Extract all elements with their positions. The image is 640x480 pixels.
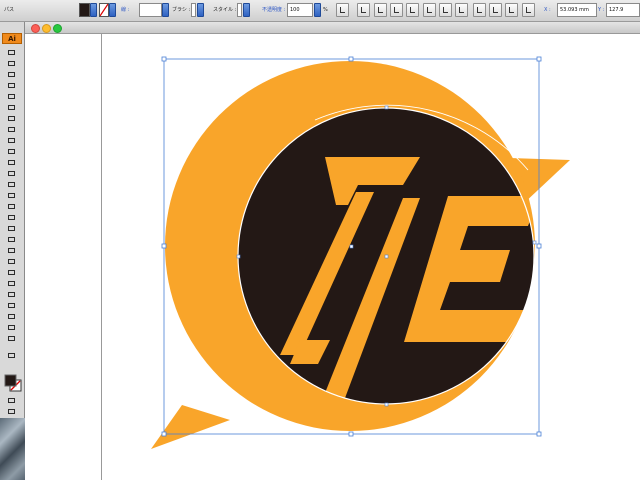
handle-middle-right[interactable]: [536, 243, 542, 249]
handle-bottom-left[interactable]: [161, 431, 167, 437]
handle-top-left[interactable]: [161, 56, 167, 62]
handle-top-middle[interactable]: [348, 56, 354, 62]
handle-bottom-middle[interactable]: [348, 431, 354, 437]
lower-swoosh-tail[interactable]: [151, 405, 230, 449]
handle-bottom-right[interactable]: [536, 431, 542, 437]
handle-middle-left[interactable]: [161, 243, 167, 249]
artwork-layer[interactable]: [0, 0, 640, 480]
handle-top-right[interactable]: [536, 56, 542, 62]
